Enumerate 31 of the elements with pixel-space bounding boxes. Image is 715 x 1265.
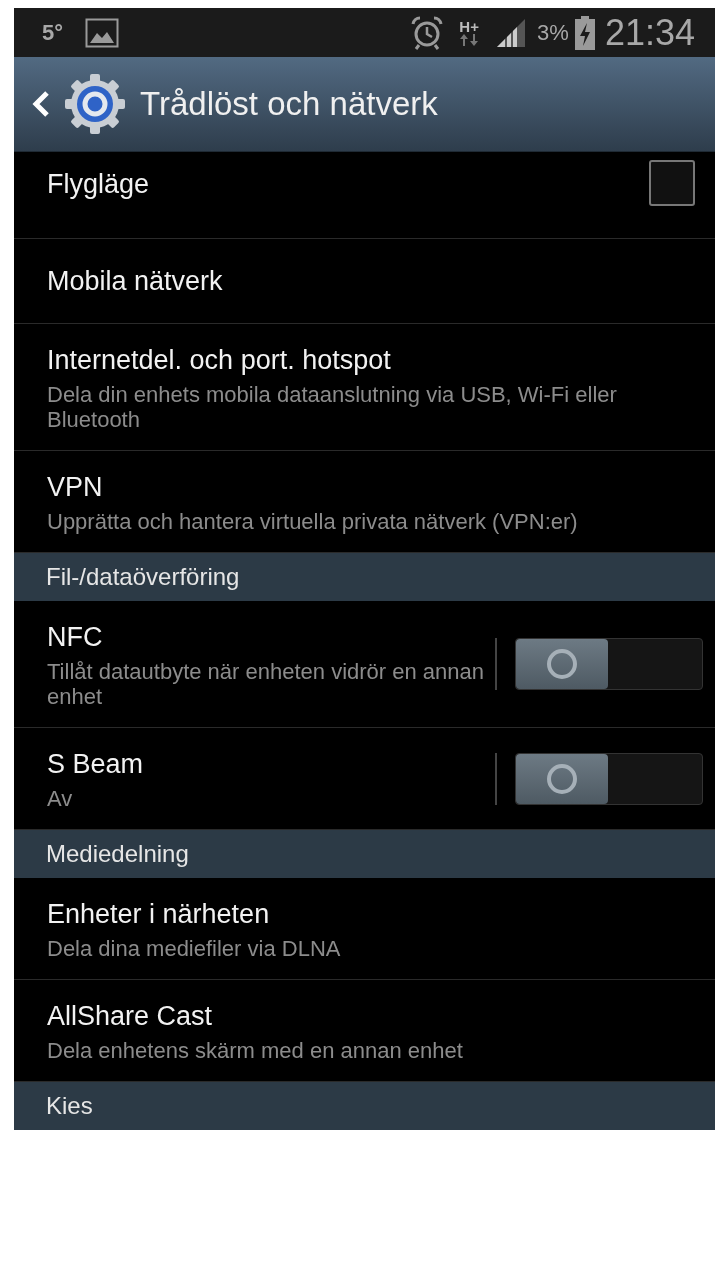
section-title: Fil-/dataöverföring (46, 563, 240, 591)
temperature-text: 5° (42, 19, 64, 46)
setting-title[interactable]: AllShare Cast (47, 998, 703, 1034)
settings-icon (64, 73, 126, 135)
setting-title[interactable]: Flygläge (47, 166, 649, 202)
picture-icon (85, 17, 120, 48)
setting-description: Dela din enhets mobila dataanslutning via USB, Wi-Fi eller Bluetooth (47, 382, 618, 432)
setting-description: Dela dina mediefiler via DLNA (47, 936, 342, 961)
data-arrows-icon (459, 34, 480, 46)
toggle-switch[interactable] (515, 638, 703, 690)
setting-description: Tillåt datautbyte när enheten vidrör en annan enhet (47, 659, 485, 709)
setting-title[interactable]: VPN (47, 469, 703, 505)
network-type-text: H+ (459, 19, 479, 34)
battery-percent-text: 3% (537, 19, 569, 46)
setting-title[interactable]: Mobila nätverk (47, 263, 703, 299)
checkbox[interactable] (649, 160, 695, 206)
section-title: Mediedelning (46, 840, 189, 868)
back-icon[interactable] (32, 90, 50, 118)
setting-description: Av (47, 786, 74, 811)
battery-charging-icon (574, 15, 595, 50)
setting-description: Dela enhetens skärm med en annan enhet (47, 1038, 464, 1063)
setting-title[interactable]: S Beam (47, 746, 485, 782)
toggle-switch[interactable] (515, 752, 703, 805)
alarm-clock-icon (411, 15, 444, 50)
section-title: Kies (46, 1092, 93, 1120)
screen-title: Trådlöst och nätverk (140, 85, 438, 123)
clock-text: 21:34 (604, 11, 695, 54)
setting-title[interactable]: NFC (47, 619, 485, 655)
setting-description: Upprätta och hantera virtuella privata nätverk (VPN:er) (47, 509, 579, 534)
setting-title[interactable]: Enheter i närheten (47, 896, 703, 932)
setting-title[interactable]: Internetdel. och port. hotspot (47, 342, 703, 378)
